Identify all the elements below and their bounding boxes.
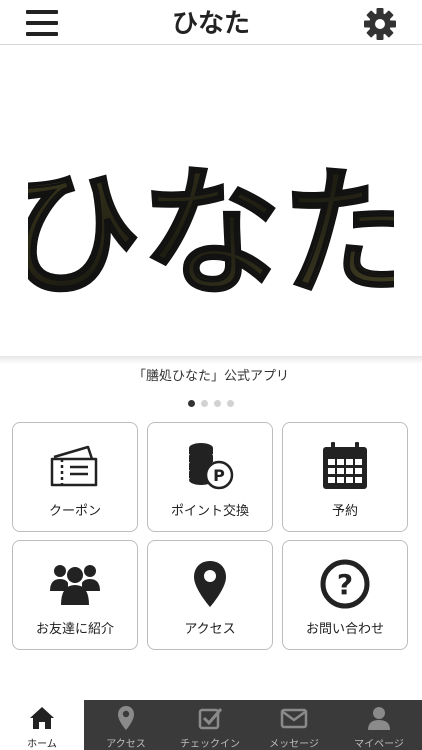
contact-label: お問い合わせ xyxy=(305,622,384,637)
hamburger-icon-bar xyxy=(26,21,58,25)
hero-divider xyxy=(0,356,422,364)
coupon-button[interactable]: クーポン xyxy=(12,422,138,532)
nav-home[interactable]: ホーム xyxy=(0,700,84,750)
nav-checkin-label: チェックイン xyxy=(180,739,240,750)
svg-text:P: P xyxy=(213,466,225,485)
point-exchange-button[interactable]: P ポイント交換 xyxy=(147,422,273,532)
hero-banner[interactable]: ひなた xyxy=(0,46,422,360)
nav-home-label: ホーム xyxy=(27,739,57,750)
bottom-navigation: ホーム アクセス チェックイン メッセージ マイページ xyxy=(0,700,422,750)
carousel-dot[interactable] xyxy=(227,400,234,407)
gear-icon xyxy=(364,8,396,40)
ticket-icon xyxy=(50,445,98,487)
nav-checkin[interactable]: チェックイン xyxy=(168,700,252,750)
nav-access[interactable]: アクセス xyxy=(84,700,168,750)
map-pin-icon xyxy=(194,561,226,607)
refer-friend-button[interactable]: お友達に紹介 xyxy=(12,540,138,650)
header-logo: ひなた xyxy=(156,1,266,43)
map-pin-icon xyxy=(118,706,134,730)
point-exchange-label: ポイント交換 xyxy=(170,504,249,519)
carousel-dot[interactable] xyxy=(188,400,195,407)
checkbox-icon xyxy=(198,708,223,730)
svg-text:?: ? xyxy=(337,568,353,601)
contact-button[interactable]: ? お問い合わせ xyxy=(282,540,408,650)
carousel-indicator[interactable] xyxy=(0,392,422,407)
access-button[interactable]: アクセス xyxy=(147,540,273,650)
calendar-icon xyxy=(323,442,367,489)
nav-mypage-label: マイページ xyxy=(354,739,404,750)
people-icon xyxy=(50,565,100,605)
reservation-button[interactable]: 予約 xyxy=(282,422,408,532)
nav-access-label: アクセス xyxy=(106,739,146,750)
svg-text:ひなた: ひなた xyxy=(28,152,394,316)
nav-message[interactable]: メッセージ xyxy=(252,700,336,750)
hamburger-menu-button[interactable] xyxy=(22,8,62,38)
coupon-label: クーポン xyxy=(48,504,101,519)
hamburger-icon xyxy=(26,10,58,14)
svg-text:ひなた: ひなた xyxy=(172,9,250,39)
hero-logo: ひなた xyxy=(0,132,422,322)
question-circle-icon: ? xyxy=(320,559,370,609)
hamburger-icon-bar xyxy=(26,32,58,36)
carousel-dot[interactable] xyxy=(201,400,208,407)
home-icon xyxy=(30,707,54,729)
coins-point-icon: P xyxy=(189,443,234,490)
nav-mypage[interactable]: マイページ xyxy=(336,700,422,750)
access-label: アクセス xyxy=(184,622,236,637)
carousel-dot[interactable] xyxy=(214,400,221,407)
settings-button[interactable] xyxy=(362,6,398,42)
user-icon xyxy=(368,707,390,730)
app-header: ひなた xyxy=(0,0,422,45)
reservation-label: 予約 xyxy=(331,504,358,519)
hero-caption: 「膳処ひなた」公式アプリ xyxy=(132,369,289,384)
envelope-icon xyxy=(280,708,308,729)
nav-message-label: メッセージ xyxy=(269,739,319,750)
refer-friend-label: お友達に紹介 xyxy=(35,622,114,637)
